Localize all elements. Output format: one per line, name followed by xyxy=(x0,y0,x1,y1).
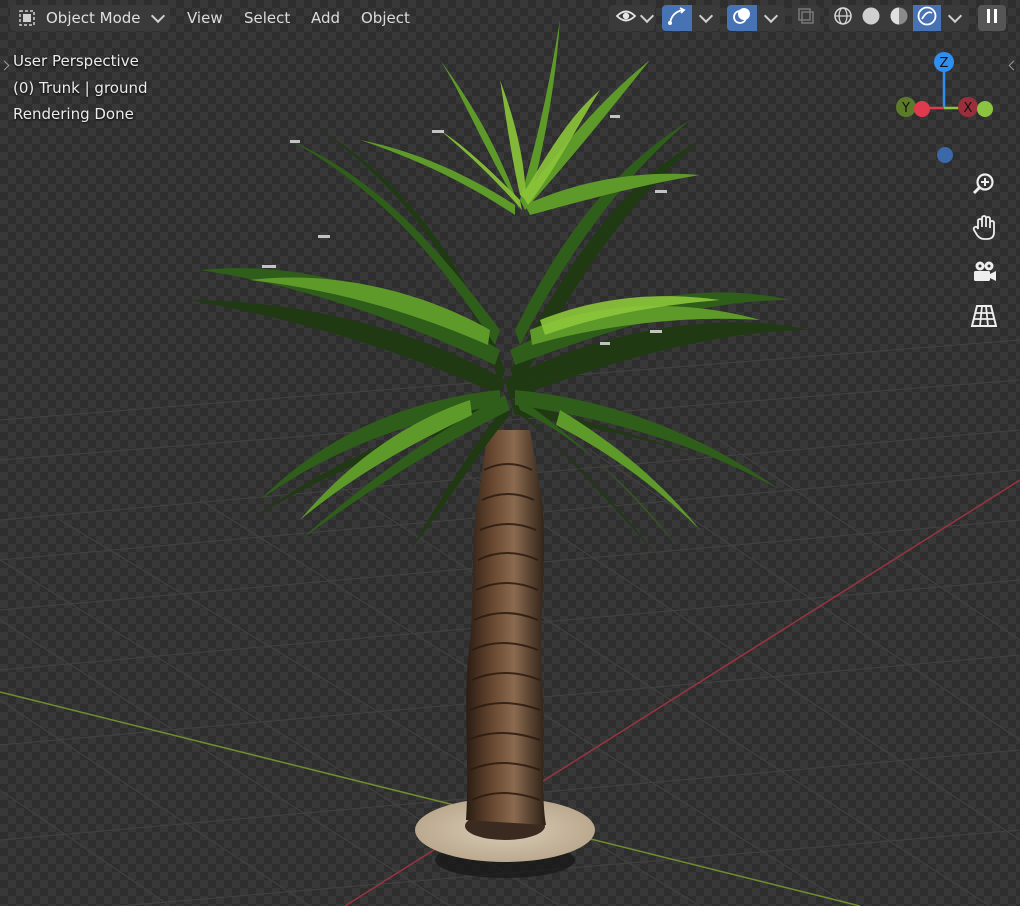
object-mode-icon xyxy=(18,9,36,27)
gizmo-y-axis xyxy=(977,101,993,117)
menu-view[interactable]: View xyxy=(187,5,223,31)
mode-selector[interactable]: Object Mode xyxy=(10,5,170,31)
overlays-toggle[interactable] xyxy=(727,5,757,31)
3d-viewport[interactable]: Object Mode View Select Add Object User … xyxy=(0,0,1020,906)
shading-dropdown[interactable] xyxy=(941,5,969,31)
chevron-down-icon xyxy=(150,8,165,24)
grid-perspective-icon xyxy=(970,304,998,332)
camera-view-button[interactable] xyxy=(968,258,1000,290)
gizmo-z-label: Z xyxy=(940,56,949,71)
perspective-toggle-button[interactable] xyxy=(968,302,1000,334)
shading-material[interactable] xyxy=(885,5,913,31)
camera-icon xyxy=(971,260,997,288)
hand-pan-icon xyxy=(972,215,996,245)
shading-solid[interactable] xyxy=(857,5,885,31)
pan-button[interactable] xyxy=(968,214,1000,246)
navigation-gizmo[interactable]: Z Y X xyxy=(890,48,1000,168)
zoom-icon xyxy=(972,172,996,200)
menu-select[interactable]: Select xyxy=(244,5,290,31)
overlays-icon xyxy=(732,6,752,30)
xray-toggle[interactable] xyxy=(792,5,820,31)
scene xyxy=(0,20,1020,906)
active-object-label: (0) Trunk | ground xyxy=(13,79,148,97)
gizmo-neg-z-axis xyxy=(937,147,953,163)
gizmo-y-label: Y xyxy=(901,101,910,116)
shading-rendered[interactable] xyxy=(913,5,941,31)
overlays-dropdown[interactable] xyxy=(757,5,785,31)
mode-label: Object Mode xyxy=(46,9,141,27)
viewport-header: Object Mode View Select Add Object xyxy=(0,0,1020,36)
render-status-label: Rendering Done xyxy=(13,105,134,123)
eye-icon xyxy=(615,7,637,29)
pause-icon xyxy=(985,8,999,28)
chevron-down-icon xyxy=(763,8,779,24)
wireframe-icon xyxy=(833,6,853,30)
chevron-down-icon xyxy=(947,8,963,24)
rendered-icon xyxy=(917,6,937,30)
chevron-down-icon xyxy=(698,8,714,24)
gizmo-arrows-icon xyxy=(667,6,687,30)
xray-icon xyxy=(797,7,815,29)
gizmo-dropdown[interactable] xyxy=(692,5,720,31)
gizmo-x-axis xyxy=(914,101,930,117)
shading-wireframe[interactable] xyxy=(829,5,857,31)
menu-add[interactable]: Add xyxy=(311,5,340,31)
solid-icon xyxy=(861,6,881,30)
view-perspective-label: User Perspective xyxy=(13,52,139,70)
chevron-down-icon xyxy=(639,8,655,24)
y-axis-line xyxy=(0,691,861,906)
gizmo-x-label: X xyxy=(964,101,973,116)
palm-trunk xyxy=(466,430,546,825)
material-preview-icon xyxy=(889,6,909,30)
menu-object[interactable]: Object xyxy=(361,5,410,31)
gizmo-toggle[interactable] xyxy=(662,5,692,31)
zoom-button[interactable] xyxy=(968,170,1000,202)
pause-render-button[interactable] xyxy=(978,5,1006,31)
visibility-dropdown[interactable] xyxy=(609,5,655,31)
